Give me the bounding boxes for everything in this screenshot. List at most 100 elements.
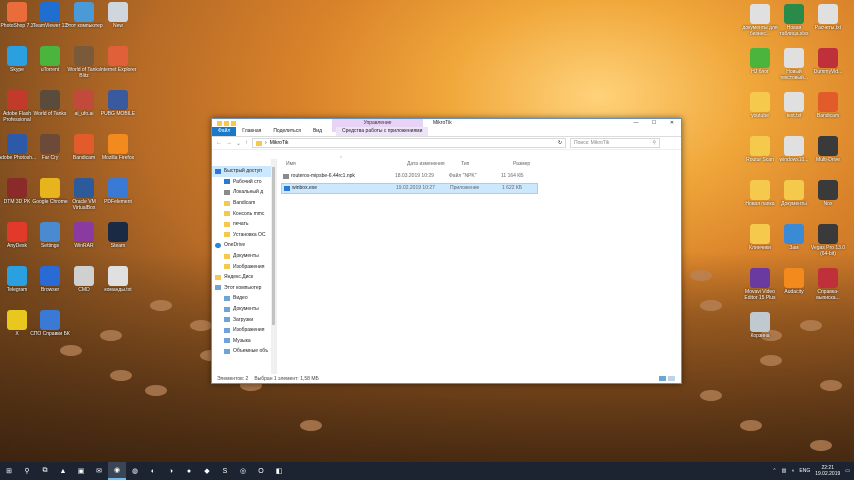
left-desktop-icon[interactable]: Internet Explorer (98, 46, 138, 73)
volume-icon[interactable]: ◖ (791, 468, 794, 474)
taskbar-app-icon[interactable]: ✉ (90, 462, 108, 480)
nav-item[interactable]: Изображения (212, 261, 276, 272)
left-desktop-icon[interactable]: Mozilla Firefox (98, 134, 138, 161)
start-button[interactable]: ⊞ (0, 462, 18, 480)
app-icon (74, 46, 94, 66)
nav-scrollbar[interactable] (271, 159, 276, 374)
nav-item[interactable]: Яндекс.Диск (212, 272, 276, 283)
right-desktop-icon[interactable]: Nox (808, 180, 848, 207)
column-name[interactable]: Имя (286, 161, 296, 167)
nav-item[interactable]: Рабочий сто (212, 177, 276, 188)
taskbar-app-icon[interactable]: ◐ (144, 462, 162, 480)
nav-item[interactable]: Консоль mmc (212, 208, 276, 219)
search-input[interactable]: Поиск: MikroTik ⚲ (570, 138, 661, 148)
desktop-icon-label: Multi-Drive (816, 157, 840, 163)
nav-item[interactable]: Быстрый доступ (212, 166, 276, 177)
nav-item[interactable]: Bandicam (212, 198, 276, 209)
left-desktop-icon[interactable]: PDFelement (98, 178, 138, 205)
back-icon[interactable]: ← (216, 140, 222, 146)
left-desktop-icon[interactable]: Steam (98, 222, 138, 249)
close-button[interactable]: ✕ (663, 119, 681, 127)
nav-item-label: Видео (233, 295, 248, 302)
nav-item[interactable]: Локальный д (212, 187, 276, 198)
new-folder-icon[interactable] (231, 120, 236, 126)
app-icon (7, 2, 27, 22)
ribbon-tab[interactable]: Средства работы с приложениями (336, 127, 429, 136)
network-icon[interactable]: ▥ (782, 468, 787, 474)
ribbon-tab[interactable]: Поделиться (267, 127, 307, 136)
nav-item-label: Локальный д (233, 189, 264, 196)
tray-chevron-icon[interactable]: ⌃ (772, 468, 776, 474)
search-button[interactable]: ⚲ (18, 462, 36, 480)
taskbar-app-icon[interactable]: ◑ (162, 462, 180, 480)
maximize-button[interactable]: ☐ (645, 119, 663, 127)
right-desktop-icon[interactable]: DummyVid... (808, 48, 848, 75)
taskbar-app-icon[interactable]: ◍ (126, 462, 144, 480)
forward-icon[interactable]: → (226, 140, 232, 146)
nav-item[interactable]: Этот компьютер (212, 283, 276, 294)
nav-item[interactable]: печать (212, 219, 276, 230)
right-desktop-icon[interactable]: Multi-Drive (808, 136, 848, 163)
sheep-shape (150, 300, 172, 311)
file-list[interactable]: Имя ⌃ Дата изменения Тип Размер routeros… (277, 156, 681, 374)
up-icon[interactable]: ↑ (245, 140, 248, 146)
file-row[interactable]: winbox.exe 19.02.2019 10:27 Приложение 1 62… (281, 183, 538, 194)
nav-item[interactable]: Документы (212, 251, 276, 262)
folder-icon (224, 211, 230, 217)
chevron-down-icon[interactable]: ⌄ (236, 140, 241, 147)
taskbar-app-icon[interactable]: ◎ (234, 462, 252, 480)
title-bar[interactable]: Управление MikroTik — ☐ ✕ (212, 119, 681, 132)
app-icon (40, 178, 60, 198)
taskbar-app-icon[interactable]: ◉ (108, 462, 126, 480)
nav-item[interactable]: Музыка (212, 336, 276, 347)
details-view-icon[interactable] (659, 376, 666, 381)
ribbon-tab[interactable]: Файл (212, 127, 237, 136)
large-icons-view-icon[interactable] (668, 376, 675, 381)
left-desktop-icon[interactable]: PUBG MOBILE (98, 90, 138, 117)
left-desktop-icon[interactable]: СПО Справки БК (30, 310, 70, 337)
taskbar-app-icon[interactable]: ▲ (54, 462, 72, 480)
nav-item[interactable]: Видео (212, 293, 276, 304)
right-desktop-icon[interactable]: Расчеты.txt (808, 4, 848, 31)
minimize-button[interactable]: — (627, 119, 645, 127)
nav-item[interactable]: Изображения (212, 325, 276, 336)
nav-item[interactable]: Документы (212, 304, 276, 315)
notification-icon[interactable]: ▭ (845, 468, 850, 474)
nav-item-label: Bandicam (233, 200, 256, 207)
column-size[interactable]: Размер (513, 161, 530, 167)
nav-item[interactable]: Загрузки (212, 314, 276, 325)
refresh-icon[interactable]: ↻ (558, 140, 565, 146)
taskbar-app-icon[interactable]: O (252, 462, 270, 480)
right-desktop-icon[interactable]: Bandicam (808, 92, 848, 119)
taskbar-app-icon[interactable]: ◧ (270, 462, 288, 480)
ribbon-tab[interactable]: Вид (307, 127, 328, 136)
taskbar-app-icon[interactable]: S (216, 462, 234, 480)
properties-icon[interactable] (224, 120, 229, 126)
nav-item[interactable]: OneDrive (212, 240, 276, 251)
task-view-button[interactable]: ⧉ (36, 462, 54, 480)
language-indicator[interactable]: ENG (799, 468, 810, 474)
clock[interactable]: 22:21 19.02.2019 (815, 465, 840, 477)
taskbar-app-icon[interactable]: ◆ (198, 462, 216, 480)
app-icon (40, 310, 60, 330)
app-icon (7, 222, 27, 242)
taskbar-app-icon[interactable]: ● (180, 462, 198, 480)
right-desktop-icon[interactable]: Корзина (740, 312, 780, 339)
taskbar-app-icon[interactable]: ▣ (72, 462, 90, 480)
column-type[interactable]: Тип (461, 161, 469, 167)
column-date[interactable]: Дата изменения (407, 161, 445, 167)
left-desktop-icon[interactable]: New (98, 2, 138, 29)
left-desktop-icon[interactable]: команды.txt (98, 266, 138, 293)
address-bar[interactable]: › MikroTik ↻ (252, 138, 567, 148)
right-desktop-icon[interactable]: Справка-выписка... (808, 268, 848, 301)
app-icon (784, 48, 804, 68)
explorer-window[interactable]: Управление MikroTik — ☐ ✕ Файл Главная Под… (211, 118, 682, 384)
navigation-pane[interactable]: Быстрый доступ Рабочий сто Локальный д Band… (212, 159, 277, 374)
nav-item[interactable]: Объемные объ (212, 346, 276, 357)
ribbon-tab[interactable]: Главная (236, 127, 267, 136)
quick-access-toolbar[interactable] (212, 120, 236, 126)
nav-item[interactable]: Установка ОС (212, 230, 276, 241)
right-desktop-icon[interactable]: Vegas Pro 13.0 (64-bit) (808, 224, 848, 257)
address-path[interactable]: MikroTik (270, 140, 289, 146)
file-row[interactable]: routeros-mipsbe-6.44rc1.npk 18.03.2019 10… (281, 172, 536, 181)
